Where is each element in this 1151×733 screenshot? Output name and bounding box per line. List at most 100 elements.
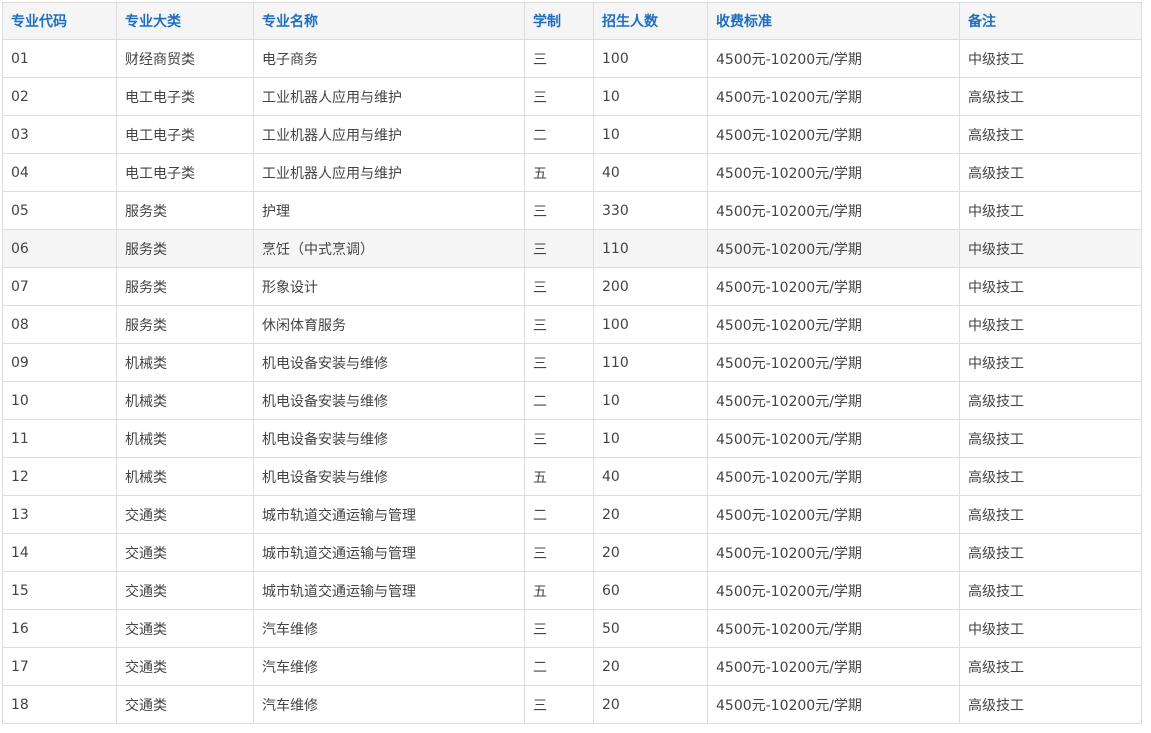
- cell-duration: 三: [524, 533, 594, 572]
- cell-fee: 4500元-10200元/学期: [707, 647, 960, 686]
- header-fee: 收费标准: [707, 2, 960, 40]
- cell-remark: 高级技工: [959, 647, 1142, 686]
- cell-duration: 三: [524, 685, 594, 724]
- cell-major-name: 烹饪（中式烹调）: [253, 229, 525, 268]
- cell-major-code: 17: [2, 647, 117, 686]
- cell-enrollment: 100: [593, 305, 708, 344]
- cell-major-name: 形象设计: [253, 267, 525, 306]
- table-row: 07 服务类 形象设计三 200 4500元-10200元/学期 中级技工: [2, 267, 1142, 306]
- cell-major-category: 机械类: [116, 381, 254, 420]
- cell-duration: 二: [524, 115, 594, 154]
- cell-major-name: 工业机器人应用与维护: [253, 115, 525, 154]
- cell-major-name: 工业机器人应用与维护: [253, 77, 525, 116]
- cell-major-category: 机械类: [116, 419, 254, 458]
- header-duration: 学制: [524, 2, 594, 40]
- cell-enrollment: 10: [593, 419, 708, 458]
- cell-fee: 4500元-10200元/学期: [707, 191, 960, 230]
- enrollment-table: 专业代码 专业大类 专业名称 学制 招生人数 收费标准 备注 01 财经商贸类 电子…: [2, 2, 1142, 724]
- table-row: 02 电工电子类 工业机器人应用与维护三 10 4500元-10200元/学期 高级技工: [2, 77, 1142, 116]
- cell-enrollment: 110: [593, 229, 708, 268]
- cell-enrollment: 10: [593, 381, 708, 420]
- cell-enrollment: 110: [593, 343, 708, 382]
- cell-enrollment: 330: [593, 191, 708, 230]
- cell-major-category: 交通类: [116, 609, 254, 648]
- cell-fee: 4500元-10200元/学期: [707, 153, 960, 192]
- cell-fee: 4500元-10200元/学期: [707, 305, 960, 344]
- table-row: 16 交通类 汽车维修三 50 4500元-10200元/学期 中级技工: [2, 609, 1142, 648]
- table-row: 15 交通类 城市轨道交通运输与管理五 60 4500元-10200元/学期 高级技工: [2, 571, 1142, 610]
- cell-fee: 4500元-10200元/学期: [707, 39, 960, 78]
- table-row: 10 机械类 机电设备安装与维修二 10 4500元-10200元/学期 高级技工: [2, 381, 1142, 420]
- cell-major-name: 休闲体育服务: [253, 305, 525, 344]
- cell-major-category: 电工电子类: [116, 77, 254, 116]
- table-row: 01 财经商贸类 电子商务三 100 4500元-10200元/学期 中级技工: [2, 39, 1142, 78]
- table-row: 04 电工电子类 工业机器人应用与维护五 40 4500元-10200元/学期 高级技工: [2, 153, 1142, 192]
- table-body: 01 财经商贸类 电子商务三 100 4500元-10200元/学期 中级技工 02 电工电子…: [2, 39, 1142, 724]
- table-row: 06 服务类 烹饪（中式烹调）三 110 4500元-10200元/学期 中级技工: [2, 229, 1142, 268]
- cell-remark: 中级技工: [959, 343, 1142, 382]
- cell-enrollment: 10: [593, 77, 708, 116]
- enrollment-table-wrapper: 专业代码 专业大类 专业名称 学制 招生人数 收费标准 备注 01 财经商贸类 电子…: [2, 2, 1142, 724]
- cell-duration: 三: [524, 609, 594, 648]
- table-row: 17 交通类 汽车维修二 20 4500元-10200元/学期 高级技工: [2, 647, 1142, 686]
- table-row: 18 交通类 汽车维修三 20 4500元-10200元/学期 高级技工: [2, 685, 1142, 724]
- cell-major-category: 交通类: [116, 571, 254, 610]
- cell-fee: 4500元-10200元/学期: [707, 77, 960, 116]
- table-row: 05 服务类 护理三 330 4500元-10200元/学期 中级技工: [2, 191, 1142, 230]
- header-major-category: 专业大类: [116, 2, 254, 40]
- cell-major-code: 04: [2, 153, 117, 192]
- cell-major-category: 机械类: [116, 457, 254, 496]
- cell-fee: 4500元-10200元/学期: [707, 609, 960, 648]
- cell-enrollment: 200: [593, 267, 708, 306]
- table-row: 14 交通类 城市轨道交通运输与管理三 20 4500元-10200元/学期 高级技工: [2, 533, 1142, 572]
- cell-duration: 三: [524, 343, 594, 382]
- cell-remark: 高级技工: [959, 115, 1142, 154]
- cell-duration: 三: [524, 77, 594, 116]
- table-row: 08 服务类 休闲体育服务三 100 4500元-10200元/学期 中级技工: [2, 305, 1142, 344]
- cell-duration: 三: [524, 191, 594, 230]
- cell-major-category: 机械类: [116, 343, 254, 382]
- cell-enrollment: 20: [593, 533, 708, 572]
- cell-enrollment: 40: [593, 153, 708, 192]
- cell-duration: 二: [524, 495, 594, 534]
- cell-major-name: 机电设备安装与维修: [253, 381, 525, 420]
- cell-duration: 二: [524, 647, 594, 686]
- cell-major-name: 城市轨道交通运输与管理: [253, 533, 525, 572]
- cell-duration: 三: [524, 39, 594, 78]
- cell-enrollment: 10: [593, 115, 708, 154]
- cell-remark: 中级技工: [959, 39, 1142, 78]
- cell-major-category: 服务类: [116, 305, 254, 344]
- cell-major-code: 08: [2, 305, 117, 344]
- cell-remark: 高级技工: [959, 381, 1142, 420]
- cell-fee: 4500元-10200元/学期: [707, 115, 960, 154]
- cell-duration: 五: [524, 457, 594, 496]
- cell-major-code: 16: [2, 609, 117, 648]
- header-major-code: 专业代码: [2, 2, 117, 40]
- cell-major-name: 电子商务: [253, 39, 525, 78]
- cell-duration: 五: [524, 571, 594, 610]
- cell-fee: 4500元-10200元/学期: [707, 533, 960, 572]
- cell-major-code: 12: [2, 457, 117, 496]
- cell-remark: 高级技工: [959, 685, 1142, 724]
- cell-major-category: 交通类: [116, 533, 254, 572]
- cell-major-name: 城市轨道交通运输与管理: [253, 571, 525, 610]
- cell-major-category: 电工电子类: [116, 115, 254, 154]
- cell-remark: 中级技工: [959, 267, 1142, 306]
- cell-major-code: 18: [2, 685, 117, 724]
- cell-major-code: 09: [2, 343, 117, 382]
- cell-major-code: 14: [2, 533, 117, 572]
- cell-major-category: 服务类: [116, 191, 254, 230]
- cell-fee: 4500元-10200元/学期: [707, 571, 960, 610]
- cell-enrollment: 50: [593, 609, 708, 648]
- cell-major-code: 07: [2, 267, 117, 306]
- cell-remark: 高级技工: [959, 419, 1142, 458]
- cell-major-category: 财经商贸类: [116, 39, 254, 78]
- cell-fee: 4500元-10200元/学期: [707, 419, 960, 458]
- cell-major-code: 13: [2, 495, 117, 534]
- table-row: 13 交通类 城市轨道交通运输与管理二 20 4500元-10200元/学期 高级技工: [2, 495, 1142, 534]
- cell-major-code: 15: [2, 571, 117, 610]
- cell-duration: 五: [524, 153, 594, 192]
- cell-remark: 中级技工: [959, 191, 1142, 230]
- cell-remark: 高级技工: [959, 153, 1142, 192]
- cell-major-name: 机电设备安装与维修: [253, 457, 525, 496]
